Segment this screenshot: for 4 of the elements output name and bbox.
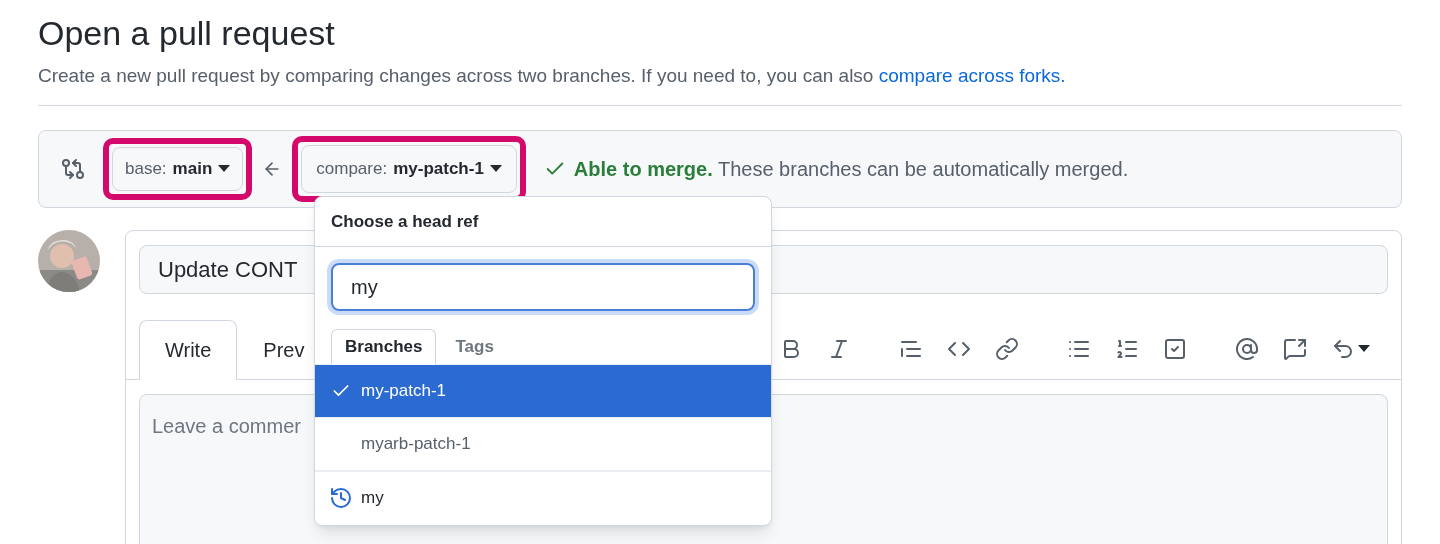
page-title: Open a pull request: [38, 13, 336, 54]
page-description: Create a new pull request by comparing changes across two branches. If you need to, you can also compare across forks.: [38, 64, 1067, 88]
merge-status: Able to merge. These branches can be automatically merged.: [573, 156, 1129, 182]
menu-title: Choose a head ref: [315, 197, 771, 247]
